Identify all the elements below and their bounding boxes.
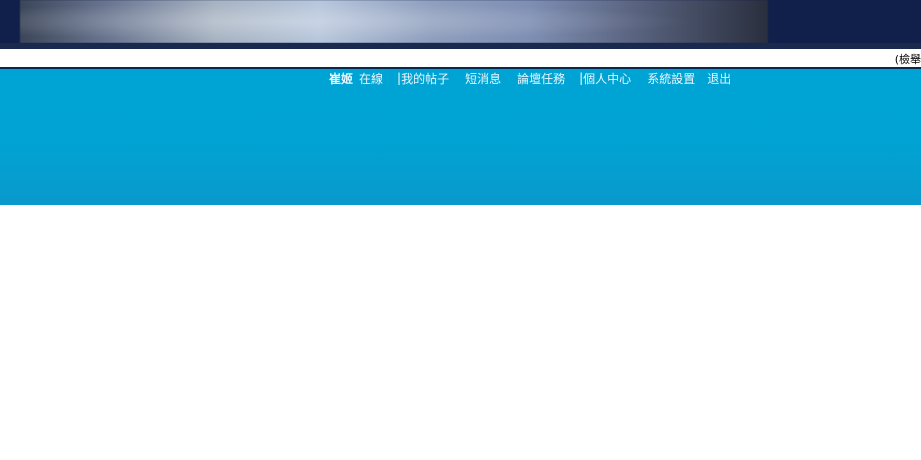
user-nav: 崔姬 在線 | 我的帖子 短消息 論壇任務 | 個人中心 系統設置 退出 — [329, 69, 731, 87]
notice-bar: (檢舉 — [0, 49, 921, 69]
page-content — [0, 205, 921, 460]
logout-link[interactable]: 退出 — [707, 70, 731, 87]
site-banner — [0, 0, 921, 49]
messages-link[interactable]: 短消息 — [465, 70, 501, 87]
profile-link[interactable]: 個人中心 — [583, 70, 631, 87]
my-posts-link[interactable]: 我的帖子 — [401, 70, 449, 87]
online-status[interactable]: 在線 — [359, 70, 383, 87]
settings-link[interactable]: 系統設置 — [647, 70, 695, 87]
forum-header: 崔姬 在線 | 我的帖子 短消息 論壇任務 | 個人中心 系統設置 退出 — [0, 69, 921, 205]
forum-tasks-link[interactable]: 論壇任務 — [517, 70, 565, 87]
username-link[interactable]: 崔姬 — [329, 70, 353, 87]
banner-image — [20, 0, 768, 43]
report-link[interactable]: (檢舉 — [895, 51, 921, 67]
